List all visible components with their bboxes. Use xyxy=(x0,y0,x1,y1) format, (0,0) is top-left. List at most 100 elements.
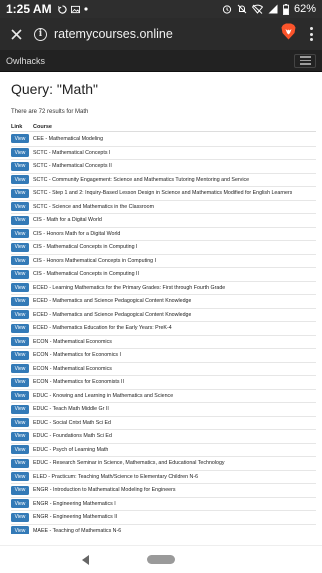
table-row: View ECON - Mathematical Economics xyxy=(11,361,316,376)
table-row: View SCTC - Mathematical Concepts II xyxy=(11,159,316,173)
table-header: Link Course xyxy=(11,123,316,132)
course-name: SCTC - Mathematical Concepts I xyxy=(33,149,111,156)
result-count: There are 72 results for Math xyxy=(11,109,89,115)
course-name: EDUC - Teach Math Middle Gr II xyxy=(33,406,109,413)
table-row: View SCTC - Mathematical Concepts I xyxy=(11,145,316,160)
view-button[interactable]: View xyxy=(11,485,29,495)
header-link: Link xyxy=(11,124,23,130)
table-row: View CEE - Mathematical Modeling xyxy=(11,132,316,146)
view-button[interactable]: View xyxy=(11,431,29,441)
view-button[interactable]: View xyxy=(11,134,29,144)
course-name: ECON - Mathematics for Economists II xyxy=(33,379,124,386)
course-name: ECON - Mathematical Economics xyxy=(33,365,112,372)
site-navbar: Owlhacks xyxy=(0,50,322,72)
notification-dot-icon xyxy=(83,7,88,11)
table-row: View ECON - Mathematical Economics xyxy=(11,334,316,349)
table-row: View CIS - Honors Math for a Digital Worl… xyxy=(11,226,316,241)
table-row: View ECON - Mathematics for Economics I xyxy=(11,348,316,362)
view-button[interactable]: View xyxy=(11,445,29,455)
view-button[interactable]: View xyxy=(11,404,29,414)
view-button[interactable]: View xyxy=(11,350,29,360)
view-button[interactable]: View xyxy=(11,256,29,266)
course-name: SCTC - Mathematical Concepts II xyxy=(33,163,112,170)
info-icon[interactable]: i xyxy=(34,27,47,41)
course-name: CIS - Math for a Digital World xyxy=(33,217,102,224)
course-name: CIS - Honors Math for a Digital World xyxy=(33,230,121,237)
view-button[interactable]: View xyxy=(11,269,29,279)
view-button[interactable]: View xyxy=(11,310,29,320)
table-row: View MAEE - Teaching of Mathematics N-6 xyxy=(11,523,316,534)
status-bar: 1:25 AM 62% xyxy=(0,0,322,18)
view-button[interactable]: View xyxy=(11,458,29,468)
table-row: View ECED - Learning Mathematics for the … xyxy=(11,280,316,295)
table-row: View ENGR - Engineering Mathematics II xyxy=(11,510,316,524)
header-course: Course xyxy=(33,124,52,130)
table-row: View ENGR - Introduction to Mathematical … xyxy=(11,483,316,497)
site-brand[interactable]: Owlhacks xyxy=(6,56,45,66)
address-bar[interactable]: i ratemycourses.online xyxy=(34,27,173,41)
table-row: View EDUC - Foundations Math Sci Ed xyxy=(11,429,316,443)
table-row: View CIS - Mathematical Concepts in Compu… xyxy=(11,240,316,254)
course-name: EDUC - Psych of Learning Math xyxy=(33,446,109,453)
view-button[interactable]: View xyxy=(11,296,29,306)
view-button[interactable]: View xyxy=(11,229,29,239)
course-name: ECED - Mathematics and Science Pedagogic… xyxy=(33,298,192,305)
view-button[interactable]: View xyxy=(11,175,29,185)
course-name: SCTC - Community Engagement: Science and… xyxy=(33,176,250,183)
table-row: View EDUC - Social Cntxt Math Sci Ed xyxy=(11,415,316,430)
url-text[interactable]: ratemycourses.online xyxy=(54,27,173,41)
back-icon[interactable] xyxy=(82,554,89,565)
battery-percent: 62% xyxy=(293,3,316,15)
course-name: CEE - Mathematical Modeling xyxy=(33,135,104,142)
view-button[interactable]: View xyxy=(11,202,29,212)
photo-icon xyxy=(70,5,80,14)
table-body: View CEE - Mathematical Modeling View SCTC … xyxy=(11,132,316,534)
view-button[interactable]: View xyxy=(11,526,29,534)
view-button[interactable]: View xyxy=(11,418,29,428)
view-button[interactable]: View xyxy=(11,472,29,482)
course-name: ENGR - Introduction to Mathematical Mode… xyxy=(33,487,176,494)
course-name: CIS - Mathematical Concepts in Computing… xyxy=(33,271,139,278)
course-name: ELED - Practicum: Teaching Math/Science … xyxy=(33,473,199,480)
alarm-icon xyxy=(222,4,232,14)
table-row: View ECED - Mathematics and Science Pedag… xyxy=(11,294,316,308)
view-button[interactable]: View xyxy=(11,215,29,225)
hamburger-menu-icon[interactable] xyxy=(294,53,316,68)
course-name: ECED - Mathematics Education for the Ear… xyxy=(33,325,172,332)
view-button[interactable]: View xyxy=(11,377,29,387)
table-row: View SCTC - Community Engagement: Science… xyxy=(11,172,316,187)
home-icon[interactable] xyxy=(147,555,175,564)
view-button[interactable]: View xyxy=(11,337,29,347)
course-name: SCTC - Science and Mathematics in the Cl… xyxy=(33,203,154,210)
table-row: View CIS - Mathematical Concepts in Compu… xyxy=(11,267,316,281)
course-name: ECED - Mathematics and Science Pedagogic… xyxy=(33,311,192,318)
notifications-off-icon xyxy=(237,4,247,14)
course-name: EDUC - Knowing and Learning in Mathemati… xyxy=(33,392,174,399)
view-button[interactable]: View xyxy=(11,323,29,333)
view-button[interactable]: View xyxy=(11,364,29,374)
table-row: View ENGR - Engineering Mathematics I xyxy=(11,496,316,511)
brave-shields-button[interactable] xyxy=(276,18,300,50)
course-name: ENGR - Engineering Mathematics I xyxy=(33,500,116,507)
view-button[interactable]: View xyxy=(11,499,29,509)
view-button[interactable]: View xyxy=(11,512,29,522)
course-name: ECED - Learning Mathematics for the Prim… xyxy=(33,284,226,291)
close-tab-button[interactable] xyxy=(0,18,32,50)
view-button[interactable]: View xyxy=(11,283,29,293)
results-table: Link Course View CEE - Mathematical Model… xyxy=(11,123,316,534)
wifi-off-icon xyxy=(251,4,263,14)
battery-icon xyxy=(283,3,289,15)
view-button[interactable]: View xyxy=(11,242,29,252)
main-content: Query: "Math" There are 72 results for M… xyxy=(11,72,316,534)
view-button[interactable]: View xyxy=(11,188,29,198)
table-row: View ELED - Practicum: Teaching Math/Scie… xyxy=(11,469,316,484)
view-button[interactable]: View xyxy=(11,161,29,171)
more-vert-icon[interactable] xyxy=(300,18,322,50)
view-button[interactable]: View xyxy=(11,391,29,401)
page-title: Query: "Math" xyxy=(11,81,98,97)
status-time: 1:25 AM xyxy=(6,2,52,16)
table-row: View EDUC - Research Seminar in Science, … xyxy=(11,456,316,470)
table-row: View SCTC - Step 1 and 2: Inquiry-Based L… xyxy=(11,186,316,200)
system-nav-bar xyxy=(0,545,322,573)
view-button[interactable]: View xyxy=(11,148,29,158)
